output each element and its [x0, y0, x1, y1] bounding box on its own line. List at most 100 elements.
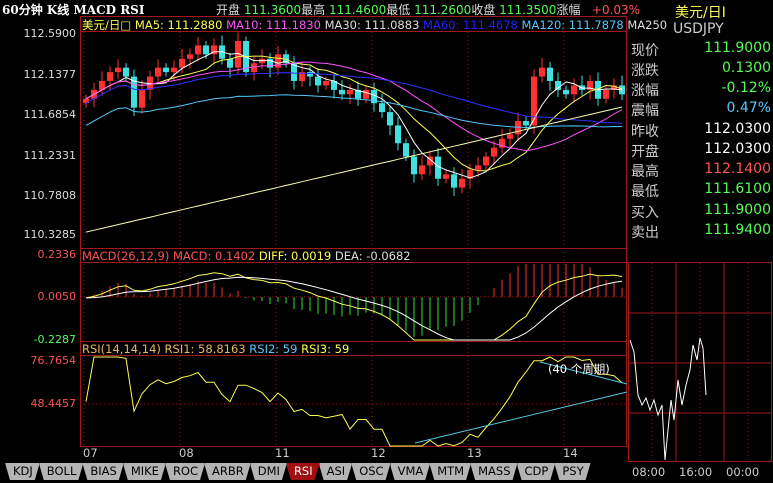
tab-cdp[interactable]: CDP [517, 463, 556, 480]
mini-time-label: 00:00 [726, 465, 760, 479]
quote-row: 开盘 112.0300 [631, 141, 771, 161]
tab-asi[interactable]: ASI [319, 463, 353, 480]
quote-row: 现价 111.9000 [631, 40, 771, 60]
candle-body [411, 156, 417, 175]
candle-body [403, 143, 409, 157]
candle-body [163, 67, 169, 73]
indicator-tabs: KDJ BOLL BIAS MIKE ROC ARBR DMI RSI ASI OSC VMA MTM… [5, 463, 590, 481]
ma-legend-name: 美元/日□ [82, 18, 132, 32]
ma-legend: 美元/日□ MA5: 111.2880 MA10: 111.1830 MA30:… [82, 17, 667, 33]
macd-params: MACD(26,12,9) [82, 249, 170, 263]
quote-row: 最高 112.1400 [631, 161, 771, 181]
quote-row: 卖出 111.9400 [631, 222, 771, 242]
quote-row: 涨跌 0.1300 [631, 60, 771, 80]
ma120-value: MA120: 111.7878 [521, 18, 624, 32]
ma10-value: MA10: 111.1830 [226, 18, 321, 32]
candle-body [227, 58, 233, 68]
tab-arbr[interactable]: ARBR [204, 463, 251, 480]
quote-panel: 美元/日I USDJPY 现价 111.9000 涨跌 0.1300 涨幅 -0.12% 震… [627, 0, 773, 462]
tab-vma[interactable]: VMA [390, 463, 431, 480]
tab-rsi[interactable]: RSI [286, 463, 320, 480]
quote-value: 111.9000 [704, 202, 771, 218]
x-tick-label: 11 [275, 446, 290, 460]
x-tick-label: 07 [83, 446, 98, 460]
tab-dmi[interactable]: DMI [250, 463, 287, 480]
macd-tick: 0.0050 [37, 290, 77, 303]
candle-body [507, 134, 513, 139]
candle-body [491, 147, 497, 157]
candle-body [395, 125, 401, 144]
quote-label: 买入 [631, 205, 659, 221]
quote-label: 涨跌 [631, 63, 659, 79]
candle-body [171, 67, 177, 73]
candle-body [523, 120, 529, 126]
quote-label: 涨幅 [631, 83, 659, 99]
rsi-tick: 48.4457 [30, 397, 77, 410]
candle-body [563, 89, 569, 95]
price-tick: 112.1377 [23, 68, 77, 81]
candle-body [379, 103, 385, 113]
quote-row: 买入 111.9000 [631, 202, 771, 222]
ma5-value: MA5: 111.2880 [134, 18, 223, 32]
candle-body [123, 67, 129, 77]
ma250-line [85, 106, 623, 233]
tab-mtm[interactable]: MTM [429, 463, 471, 480]
quote-value: 112.0300 [704, 141, 771, 157]
candle-body [155, 67, 161, 77]
quote-value: 111.9000 [704, 40, 771, 56]
rsi-params: RSI(14,14,14) [82, 342, 161, 356]
macd-tick: -0.2287 [33, 333, 76, 346]
rsi-support-line [414, 391, 628, 444]
quote-label: 现价 [631, 43, 659, 59]
quote-value: 111.9400 [704, 222, 771, 238]
candle-body [483, 156, 489, 166]
rsi-legend: RSI(14,14,14) RSI1: 58.8163 RSI2: 59 RSI… [82, 342, 349, 356]
rsi1-line [85, 356, 623, 447]
candle-body [443, 174, 449, 179]
candle-body [187, 54, 193, 59]
candle-body [339, 89, 345, 95]
tab-kdj[interactable]: KDJ [5, 463, 40, 480]
candle-body [307, 72, 313, 77]
candle-body [115, 67, 121, 73]
tab-bias[interactable]: BIAS [82, 463, 123, 480]
ma120-line [85, 94, 623, 129]
ma60-value: MA60: 111.4678 [423, 18, 518, 32]
price-tick: 110.3285 [23, 228, 77, 241]
quote-label: 开盘 [631, 144, 659, 160]
tab-boll[interactable]: BOLL [39, 463, 84, 480]
quote-value: -0.12% [721, 80, 771, 96]
candle-body [363, 89, 369, 99]
quote-label: 最高 [631, 164, 659, 180]
price-tick: 112.5900 [23, 27, 77, 40]
quote-row: 昨收 112.0300 [631, 121, 771, 141]
candle-body [539, 67, 545, 77]
candle-body [547, 67, 553, 81]
mini-time-label: 08:00 [632, 465, 666, 479]
quote-label: 最低 [631, 184, 659, 200]
candle-body [531, 76, 537, 126]
tab-mike[interactable]: MIKE [123, 463, 166, 480]
x-tick-label: 14 [563, 446, 578, 460]
tab-psy[interactable]: PSY [554, 463, 590, 480]
mini-time-label: 16:00 [679, 465, 713, 479]
candle-body [451, 174, 457, 188]
candle-body [323, 80, 329, 86]
tab-roc[interactable]: ROC [165, 463, 205, 480]
quote-value: 112.0300 [704, 121, 771, 137]
candle-body [203, 45, 209, 55]
x-tick-label: 12 [371, 446, 386, 460]
quote-label: 震幅 [631, 103, 659, 119]
tab-mass[interactable]: MASS [470, 463, 517, 480]
candle-body [603, 89, 609, 99]
tab-osc[interactable]: OSC [351, 463, 390, 480]
candle-body [387, 112, 393, 126]
instrument-name: 美元/日I [675, 5, 726, 21]
macd-legend: MACD(26,12,9) MACD: 0.1402 DIFF: 0.0019 … [82, 249, 411, 263]
candle-body [179, 58, 185, 68]
rsi3-value: RSI3: 59 [301, 342, 350, 356]
x-tick-label: 13 [467, 446, 482, 460]
candle-body [139, 89, 145, 108]
rsi-tick: 76.7654 [30, 354, 77, 367]
candle-body [107, 72, 113, 81]
